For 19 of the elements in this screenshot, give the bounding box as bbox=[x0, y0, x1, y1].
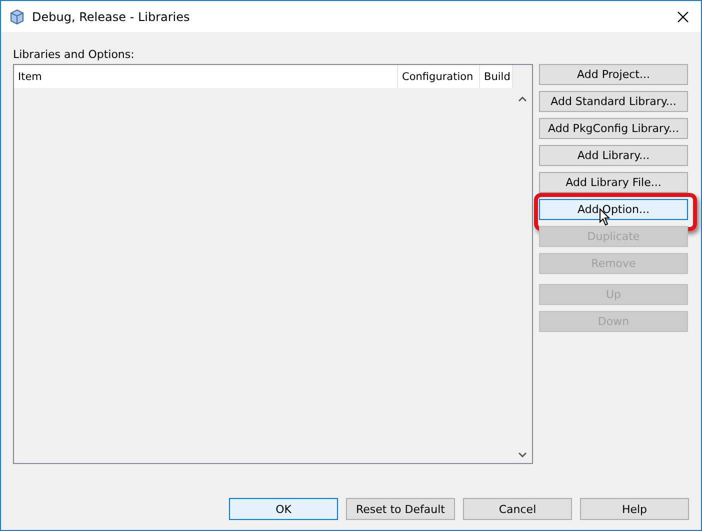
side-button[interactable]: Add Option... bbox=[539, 199, 688, 220]
close-icon[interactable] bbox=[677, 10, 689, 22]
window-title: Debug, Release - Libraries bbox=[32, 10, 191, 24]
list-label: Libraries and Options: bbox=[13, 46, 136, 62]
column-header[interactable]: Build bbox=[480, 65, 513, 88]
side-button[interactable]: Add PkgConfig Library... bbox=[539, 118, 688, 139]
side-button[interactable]: Add Library... bbox=[539, 145, 688, 166]
scroll-down-icon[interactable] bbox=[518, 452, 527, 458]
dialog-button[interactable]: Help bbox=[580, 498, 689, 520]
side-button[interactable]: Add Project... bbox=[539, 64, 688, 85]
scroll-up-icon[interactable] bbox=[518, 96, 527, 102]
dialog-button[interactable]: Reset to Default bbox=[346, 498, 455, 520]
column-header[interactable]: Configuration bbox=[398, 65, 480, 88]
dialog-button[interactable]: OK bbox=[229, 498, 338, 520]
dialog-button[interactable]: Cancel bbox=[463, 498, 572, 520]
side-button[interactable]: Add Library File... bbox=[539, 172, 688, 193]
cube-icon bbox=[9, 8, 25, 24]
column-header[interactable]: Item bbox=[14, 65, 398, 88]
side-button[interactable]: Add Standard Library... bbox=[539, 91, 688, 112]
